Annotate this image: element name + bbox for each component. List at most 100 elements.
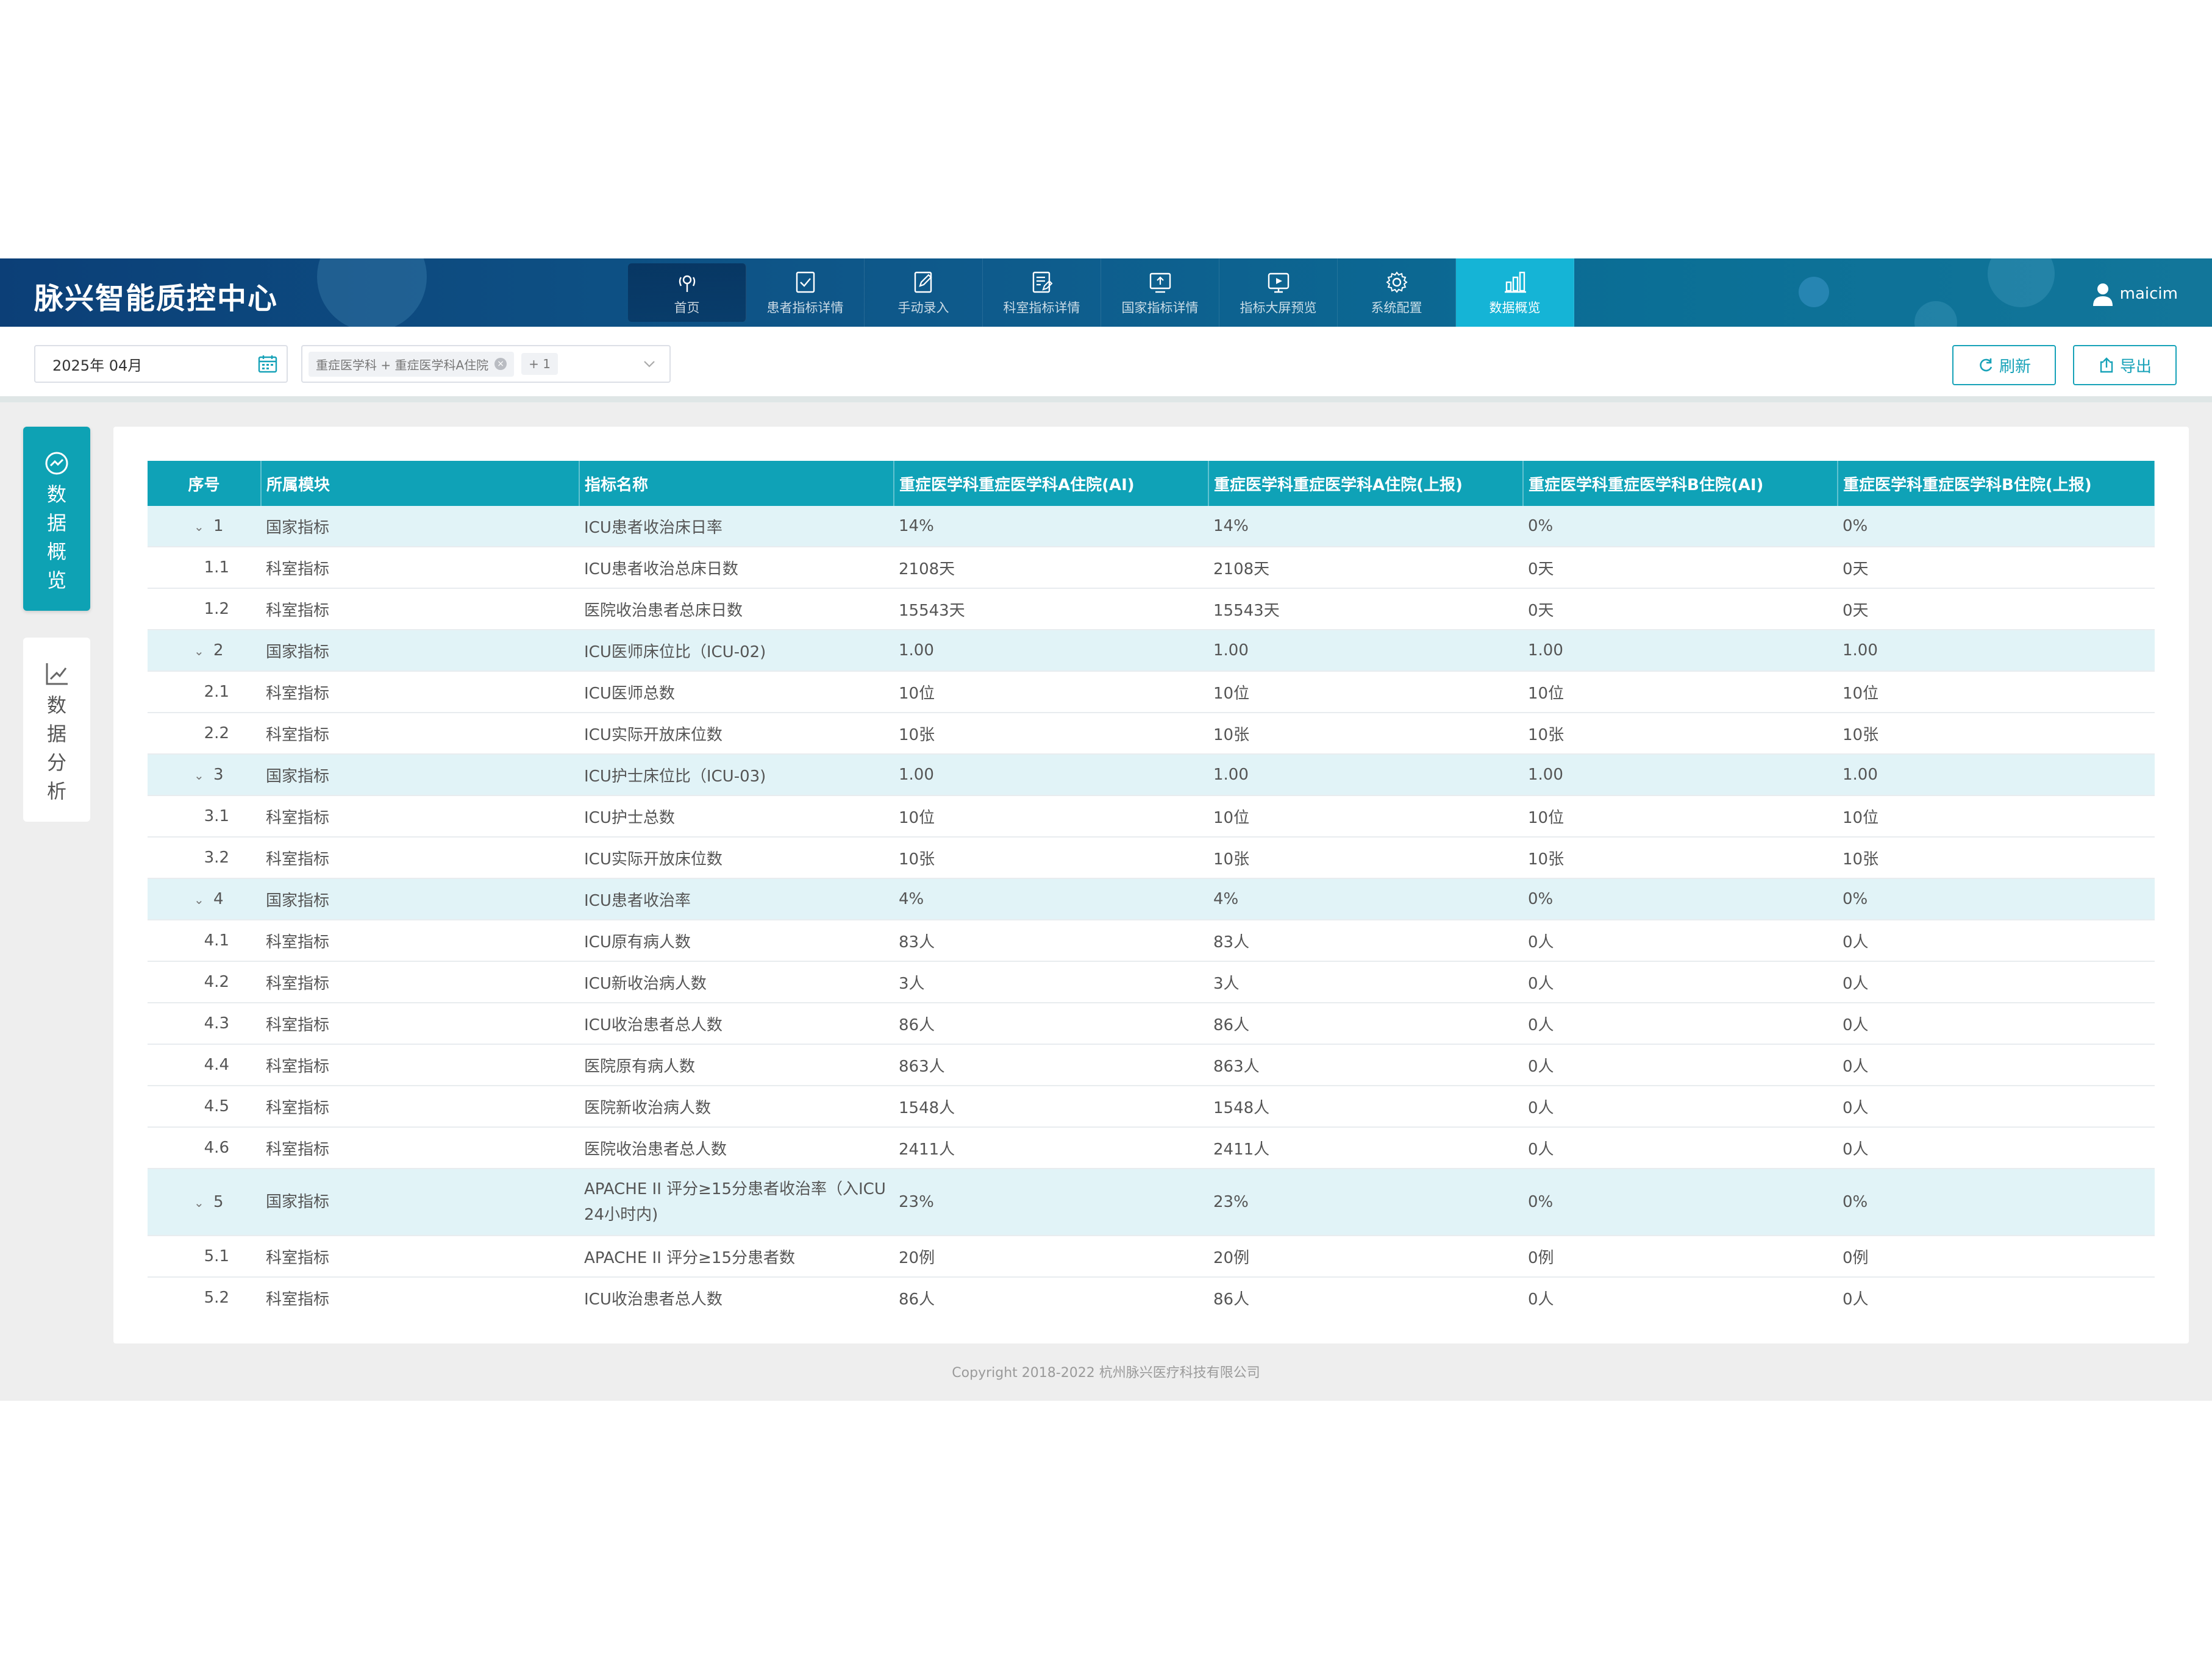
nav-item-system-config[interactable]: 系统配置	[1338, 258, 1456, 327]
cell-b-report: 0%	[1838, 506, 2155, 547]
seq-value: 5	[213, 1192, 224, 1211]
nav-item-patient-detail[interactable]: 患者指标详情	[746, 258, 865, 327]
cell-b-report: 10张	[1838, 837, 2155, 879]
cell-a-report: 4%	[1208, 878, 1523, 920]
cell-seq[interactable]: ⌄ 2	[148, 630, 261, 672]
table-row-parent[interactable]: ⌄ 3 国家指标 ICU护士床位比（ICU-03) 1.00 1.00 1.00 1.00	[148, 754, 2155, 796]
cell-indicator-name: ICU原有病人数	[579, 920, 894, 962]
cell-module: 科室指标	[261, 671, 579, 713]
column-header-seq[interactable]: 序号	[148, 461, 262, 506]
table-row[interactable]: 2.2 科室指标 ICU实际开放床位数 10张 10张 10张 10张	[148, 713, 2155, 755]
nav-item-national-detail[interactable]: 国家指标详情	[1101, 258, 1219, 327]
seq-value: 3	[213, 766, 224, 784]
main-panel: 序号 所属模块 指标名称 重症医学科重症医学科A住院(AI) 重症医学科重症医学…	[113, 427, 2189, 1343]
cell-module: 科室指标	[261, 920, 579, 962]
app-title: 脉兴智能质控中心	[34, 282, 279, 316]
cell-a-ai: 83人	[894, 920, 1208, 962]
refresh-button[interactable]: 刷新	[1952, 345, 2056, 385]
expand-chevron-icon[interactable]: ⌄	[194, 519, 205, 534]
month-picker[interactable]: 2025年 04月	[34, 345, 288, 383]
cell-module: 科室指标	[261, 713, 579, 755]
column-header-b-ai[interactable]: 重症医学科重症医学科B住院(AI)	[1523, 461, 1838, 506]
cell-seq[interactable]: ⌄ 1	[148, 506, 261, 547]
seq-value: 3.1	[204, 807, 229, 825]
table-row[interactable]: 1.2 科室指标 医院收治患者总床日数 15543天 15543天 0天 0天	[148, 588, 2155, 630]
nav-label: 数据概览	[1489, 301, 1541, 315]
table-scroll-area[interactable]: 序号 所属模块 指标名称 重症医学科重症医学科A住院(AI) 重症医学科重症医学…	[148, 461, 2155, 1308]
nav-item-dept-detail[interactable]: 科室指标详情	[983, 258, 1101, 327]
nav-item-manual-entry[interactable]: 手动录入	[865, 258, 983, 327]
department-select[interactable]: 重症医学科 + 重症医学科A住院 × + 1	[301, 345, 671, 383]
cell-a-ai: 1548人	[894, 1086, 1208, 1128]
cell-indicator-name: ICU患者收治床日率	[579, 506, 894, 547]
table-row-parent[interactable]: ⌄ 1 国家指标 ICU患者收治床日率 14% 14% 0% 0%	[148, 506, 2155, 547]
cell-b-report: 0人	[1838, 961, 2155, 1003]
cell-a-report: 83人	[1208, 920, 1523, 962]
seq-value: 2	[213, 641, 224, 660]
cell-seq[interactable]: ⌄ 4	[148, 878, 261, 920]
table-row[interactable]: 5.1 科室指标 APACHE II 评分≥15分患者数 20例 20例 0例 0例	[148, 1236, 2155, 1278]
table-row[interactable]: 4.5 科室指标 医院新收治病人数 1548人 1548人 0人 0人	[148, 1086, 2155, 1128]
tag-close-icon[interactable]: ×	[494, 358, 507, 370]
column-header-name[interactable]: 指标名称	[579, 461, 894, 506]
upload-monitor-icon	[1149, 272, 1171, 293]
table-row[interactable]: 5.2 科室指标 ICU收治患者总人数 86人 86人 0人 0人	[148, 1277, 2155, 1308]
cell-seq: 1.2	[148, 588, 261, 630]
expand-chevron-icon[interactable]: ⌄	[194, 768, 205, 783]
expand-chevron-icon[interactable]: ⌄	[194, 892, 205, 907]
column-header-a-report[interactable]: 重症医学科重症医学科A住院(上报)	[1208, 461, 1524, 506]
table-row[interactable]: 3.1 科室指标 ICU护士总数 10位 10位 10位 10位	[148, 795, 2155, 838]
seq-value: 4.2	[204, 973, 229, 991]
table-row-parent[interactable]: ⌄ 4 国家指标 ICU患者收治率 4% 4% 0% 0%	[148, 878, 2155, 920]
table-row[interactable]: 4.3 科室指标 ICU收治患者总人数 86人 86人 0人 0人	[148, 1003, 2155, 1045]
table-row-parent[interactable]: ⌄ 2 国家指标 ICU医师床位比（ICU-02) 1.00 1.00 1.00 1.00	[148, 630, 2155, 672]
cell-a-report: 20例	[1208, 1236, 1523, 1278]
seq-value: 5.1	[204, 1247, 229, 1265]
cell-a-ai: 4%	[894, 878, 1208, 920]
cell-a-report: 1548人	[1208, 1086, 1523, 1128]
cell-b-ai: 10位	[1523, 671, 1838, 713]
table-row[interactable]: 4.4 科室指标 医院原有病人数 863人 863人 0人 0人	[148, 1044, 2155, 1086]
cell-a-report: 2108天	[1208, 547, 1523, 589]
cell-b-ai: 1.00	[1523, 630, 1838, 672]
nav-label: 国家指标详情	[1121, 301, 1199, 315]
nav-item-data-overview[interactable]: 数据概览	[1456, 258, 1574, 327]
cell-b-report: 0人	[1838, 1127, 2155, 1169]
cell-indicator-name: ICU护士床位比（ICU-03)	[579, 754, 894, 796]
cell-module: 科室指标	[261, 1003, 579, 1045]
top-header: 脉兴智能质控中心 首页 患者指标详情 手动录入 科室指标详情 国家指标详情 指标…	[0, 258, 2212, 327]
cell-b-report: 0人	[1838, 1003, 2155, 1045]
column-header-module[interactable]: 所属模块	[261, 461, 580, 506]
export-button[interactable]: 导出	[2073, 345, 2177, 385]
cell-b-ai: 0例	[1523, 1236, 1838, 1278]
seq-value: 4.3	[204, 1014, 229, 1033]
table-row[interactable]: 4.6 科室指标 医院收治患者总人数 2411人 2411人 0人 0人	[148, 1127, 2155, 1169]
expand-chevron-icon[interactable]: ⌄	[194, 644, 205, 658]
cell-seq[interactable]: ⌄ 3	[148, 754, 261, 796]
user-menu[interactable]: maicim	[2092, 282, 2178, 306]
cell-indicator-name: 医院原有病人数	[579, 1044, 894, 1086]
expand-chevron-icon[interactable]: ⌄	[194, 1190, 205, 1215]
cell-seq: 3.2	[148, 837, 261, 879]
nav-item-big-screen[interactable]: 指标大屏预览	[1219, 258, 1338, 327]
seq-value: 4.4	[204, 1056, 229, 1074]
cell-module: 科室指标	[261, 1127, 579, 1169]
table-row[interactable]: 3.2 科室指标 ICU实际开放床位数 10张 10张 10张 10张	[148, 837, 2155, 879]
side-tab-data-analysis[interactable]: 数据分析	[23, 638, 90, 822]
side-tab-data-overview[interactable]: 数据概览	[23, 427, 90, 611]
table-row[interactable]: 4.1 科室指标 ICU原有病人数 83人 83人 0人 0人	[148, 920, 2155, 962]
table-row-parent[interactable]: ⌄ 5 国家指标 APACHE II 评分≥15分患者收治率（入ICU 24小时内) 2…	[148, 1169, 2155, 1236]
chevron-down-icon	[644, 361, 655, 368]
table-row[interactable]: 4.2 科室指标 ICU新收治病人数 3人 3人 0人 0人	[148, 961, 2155, 1003]
cell-b-report: 10位	[1838, 795, 2155, 838]
column-header-a-ai[interactable]: 重症医学科重症医学科A住院(AI)	[894, 461, 1209, 506]
cell-seq: 1.1	[148, 547, 261, 589]
cell-module: 科室指标	[261, 1277, 579, 1308]
cell-seq[interactable]: ⌄ 5	[148, 1169, 261, 1236]
cell-a-ai: 86人	[894, 1003, 1208, 1045]
nav-item-home[interactable]: 首页	[628, 263, 746, 322]
table-row[interactable]: 2.1 科室指标 ICU医师总数 10位 10位 10位 10位	[148, 671, 2155, 713]
seq-value: 2.2	[204, 724, 229, 742]
table-row[interactable]: 1.1 科室指标 ICU患者收治总床日数 2108天 2108天 0天 0天	[148, 547, 2155, 589]
column-header-b-report[interactable]: 重症医学科重症医学科B住院(上报)	[1838, 461, 2155, 506]
